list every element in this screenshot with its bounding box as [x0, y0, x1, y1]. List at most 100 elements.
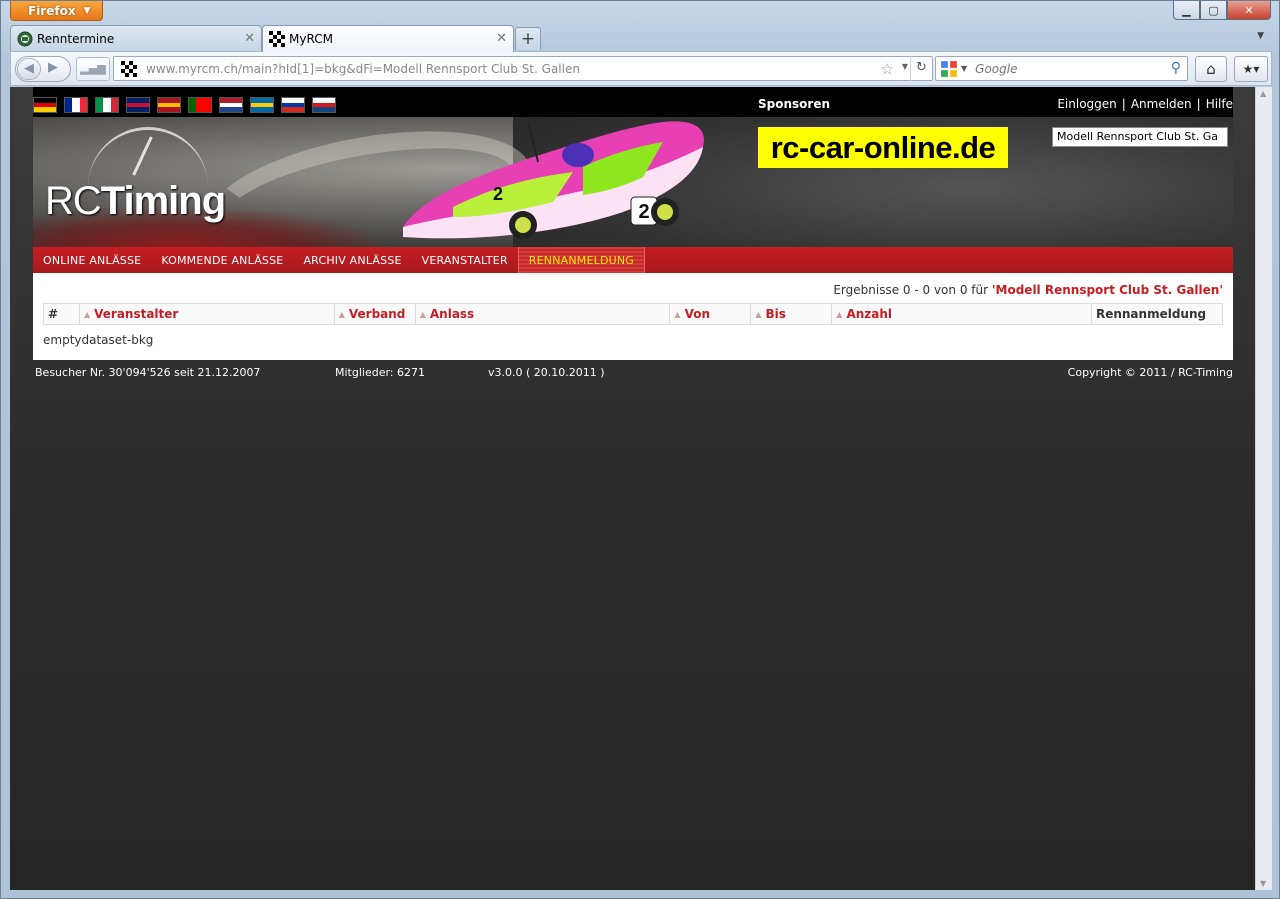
visitor-counter: Besucher Nr. 30'094'526 seit 21.12.2007 — [35, 366, 261, 379]
language-flags — [33, 97, 343, 113]
browser-window: Firefox ▼ ▁ ▢ ✕ Renntermine ✕ MyRCM ✕ + … — [0, 0, 1280, 899]
tab-title: Renntermine — [37, 31, 115, 46]
flag-stripe — [110, 98, 118, 112]
close-window-button[interactable]: ✕ — [1227, 1, 1271, 20]
flag-stripe — [251, 107, 273, 112]
flag-stripe — [72, 98, 80, 112]
flag-stripe — [65, 98, 73, 112]
renntermine-favicon-icon — [17, 31, 33, 46]
sponsor-text: rc-car-online.de — [770, 129, 996, 165]
forward-arrow-icon[interactable]: ▶ — [48, 60, 58, 75]
window-controls: ▁ ▢ ✕ — [1173, 1, 1271, 20]
sort-arrow-icon: ▲ — [83, 310, 91, 319]
tab-title: MyRCM — [289, 32, 333, 46]
rc-timing-logo[interactable]: RCTiming — [45, 179, 226, 224]
flag-stripe — [282, 107, 304, 112]
home-button[interactable]: ⌂ — [1195, 56, 1227, 82]
close-tab-icon[interactable]: ✕ — [244, 31, 255, 46]
menu-item-4[interactable]: RENNANMELDUNG — [517, 247, 646, 273]
pt-flag[interactable] — [188, 97, 212, 113]
results-table: # ▲ Veranstalter ▲ Verband ▲ Anlass ▲ Von ▲ Bis ▲ An… — [43, 303, 1224, 325]
flag-stripe — [313, 107, 335, 112]
tab-myrcm[interactable]: MyRCM ✕ — [262, 25, 514, 52]
member-counter: Mitglieder: 6271 — [335, 366, 425, 379]
flag-stripe — [96, 98, 104, 112]
search-bar[interactable]: ▼ ⚲ — [935, 56, 1188, 81]
reload-icon[interactable]: ↻ — [910, 56, 932, 81]
column-header-1[interactable]: ▲ Veranstalter — [78, 303, 335, 325]
google-icon — [941, 60, 957, 77]
menu-item-1[interactable]: KOMMENDE ANLÄSSE — [151, 247, 293, 273]
copyright: Copyright © 2011 / RC-Timing — [1067, 366, 1233, 379]
help-link[interactable]: Hilfe — [1206, 97, 1233, 111]
vertical-scrollbar[interactable]: ▲ ▼ — [1255, 87, 1272, 890]
page-viewport: Sponsoren Einloggen | Anmelden | Hilfe RCTim… — [10, 87, 1255, 890]
column-header-5[interactable]: ▲ Bis — [750, 303, 833, 325]
flag-stripe — [34, 107, 56, 112]
scroll-down-icon[interactable]: ▼ — [1260, 879, 1266, 888]
se-flag[interactable] — [250, 97, 274, 113]
club-select-box[interactable]: Modell Rennsport Club St. Ga — [1052, 127, 1228, 147]
es-flag[interactable] — [157, 97, 181, 113]
register-link[interactable]: Anmelden — [1131, 97, 1192, 111]
column-label: Anzahl — [846, 307, 893, 321]
cz-flag[interactable] — [312, 97, 336, 113]
uk-flag[interactable] — [126, 97, 150, 113]
navigation-toolbar: ◀ ▶ ▂▄▆ ☆ ▼ ↻ ▼ ⚲ ⌂ ★▾ — [10, 51, 1272, 86]
column-label: Anlass — [429, 307, 475, 321]
search-icon[interactable]: ⚲ — [1171, 60, 1181, 76]
column-header-6[interactable]: ▲ Anzahl — [831, 303, 1092, 325]
content-panel: Ergebnisse 0 - 0 von 0 für 'Modell Renns… — [33, 273, 1233, 360]
column-header-3[interactable]: ▲ Anlass — [414, 303, 671, 325]
back-arrow-icon[interactable]: ◀ — [17, 58, 41, 80]
fr-flag[interactable] — [64, 97, 88, 113]
firefox-menu-button[interactable]: Firefox ▼ — [10, 1, 103, 21]
search-engine-dropdown-icon[interactable]: ▼ — [961, 64, 967, 73]
bookmarks-button[interactable]: ★▾ — [1234, 56, 1268, 82]
new-tab-button[interactable]: + — [515, 27, 541, 50]
empty-dataset-text: emptydataset-bkg — [43, 333, 154, 347]
flag-stripe — [203, 98, 211, 112]
sponsor-banner[interactable]: rc-car-online.de — [758, 127, 1008, 168]
tab-renntermine[interactable]: Renntermine ✕ — [10, 25, 262, 51]
search-input[interactable] — [975, 61, 1166, 76]
signal-bars-icon[interactable]: ▂▄▆ — [76, 57, 110, 81]
tab-list-chevron-icon[interactable]: ▼ — [1257, 31, 1264, 41]
login-link[interactable]: Einloggen — [1057, 97, 1116, 111]
menu-item-2[interactable]: ARCHIV ANLÄSSE — [293, 247, 411, 273]
flag-stripe — [189, 98, 197, 112]
bookmarks-icon: ★▾ — [1242, 62, 1260, 76]
column-header-4[interactable]: ▲ Von — [669, 303, 752, 325]
bookmark-star-icon[interactable]: ☆ — [881, 60, 894, 78]
menu-item-0[interactable]: ONLINE ANLÄSSE — [33, 247, 151, 273]
firefox-menu-label: Firefox — [28, 3, 76, 18]
chevron-down-icon: ▼ — [83, 5, 91, 16]
minimize-button[interactable]: ▁ — [1173, 1, 1200, 20]
sort-arrow-icon: ▲ — [755, 310, 762, 319]
address-bar[interactable]: ☆ ▼ ↻ — [113, 56, 933, 81]
column-header-2[interactable]: ▲ Verband — [333, 303, 416, 325]
maximize-button[interactable]: ▢ — [1200, 1, 1227, 20]
result-summary-text: Ergebnisse 0 - 0 von 0 für — [833, 283, 989, 297]
checkered-flag-icon — [121, 60, 137, 77]
flag-stripe — [103, 98, 111, 112]
nl-flag[interactable] — [219, 97, 243, 113]
url-input[interactable] — [146, 61, 866, 76]
history-dropdown-icon[interactable]: ▼ — [902, 62, 908, 71]
ru-flag[interactable] — [281, 97, 305, 113]
menu-item-3[interactable]: VERANSTALTER — [412, 247, 518, 273]
site-top-bar: Sponsoren Einloggen | Anmelden | Hilfe — [33, 87, 1233, 117]
column-label: Verband — [348, 307, 406, 321]
rc-car-image: 2 2 — [403, 121, 704, 239]
checkered-flag-icon — [269, 31, 285, 47]
close-tab-icon[interactable]: ✕ — [496, 31, 507, 46]
home-icon: ⌂ — [1206, 60, 1216, 78]
flag-stripe — [127, 107, 149, 112]
result-summary: Ergebnisse 0 - 0 von 0 für 'Modell Renns… — [833, 283, 1223, 297]
flag-stripe — [158, 107, 180, 112]
flag-stripe — [196, 98, 204, 112]
it-flag[interactable] — [95, 97, 119, 113]
de-flag[interactable] — [33, 97, 57, 113]
scroll-up-icon[interactable]: ▲ — [1260, 89, 1266, 98]
column-label: Bis — [765, 307, 786, 321]
